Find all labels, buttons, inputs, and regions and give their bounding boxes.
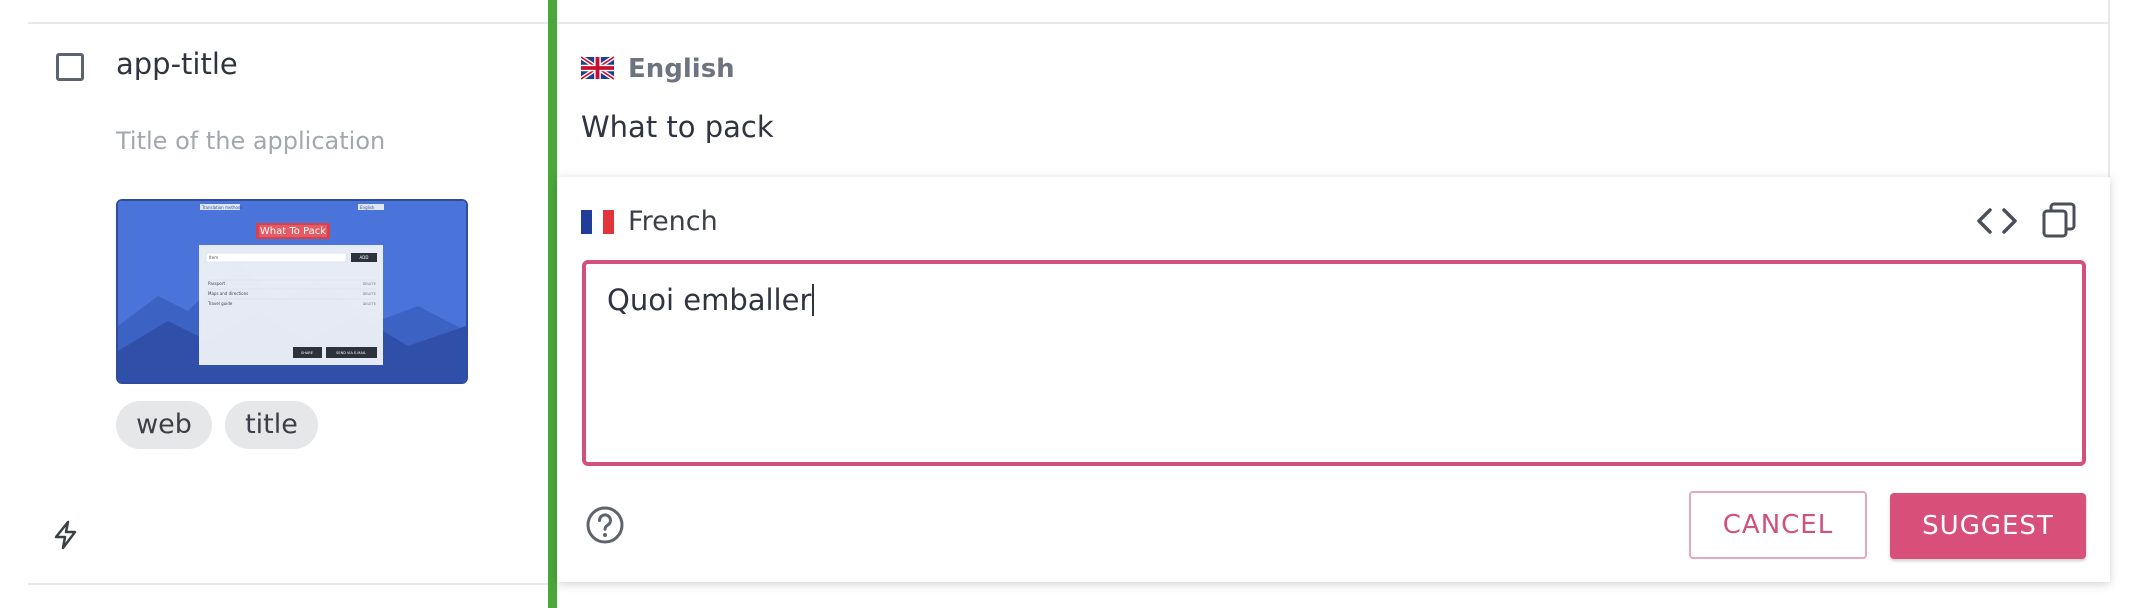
tag-title[interactable]: title — [225, 401, 318, 449]
translation-state-bar — [548, 0, 557, 608]
code-icon[interactable] — [1975, 203, 2019, 239]
lightning-bolt-icon[interactable] — [53, 520, 79, 550]
screenshot-header-left: Translation methods — [201, 205, 243, 210]
suggest-button[interactable]: SUGGEST — [1890, 493, 2086, 559]
base-language-label: English — [628, 54, 735, 84]
copy-icon[interactable] — [2040, 201, 2078, 239]
select-key-checkbox[interactable] — [56, 53, 84, 81]
key-name: app-title — [116, 47, 238, 81]
help-icon[interactable] — [585, 505, 625, 545]
translation-input-value[interactable]: Quoi emballer — [607, 283, 815, 317]
screenshot-add: ADD — [360, 255, 369, 260]
screenshot-list-item: Maps and directions — [208, 291, 248, 296]
editor-language-label: French — [628, 206, 718, 237]
tag-web[interactable]: web — [116, 401, 212, 449]
base-translation-text: What to pack — [581, 110, 774, 144]
screenshot-input: Item — [209, 255, 218, 260]
row-divider-bottom — [28, 583, 548, 585]
row-right-border — [2108, 0, 2110, 178]
screenshot-share: SHARE — [301, 351, 313, 355]
text-caret — [812, 284, 815, 316]
row-divider-top — [28, 22, 2110, 24]
screenshot-header-right: English — [360, 205, 375, 210]
key-screenshot-thumbnail[interactable]: Translation methods English What To Pack… — [116, 199, 468, 384]
screenshot-highlight-title: What To Pack — [260, 226, 326, 237]
screenshot-email: SEND VIA E-MAIL — [336, 351, 366, 355]
screenshot-list-action: DELETE — [363, 292, 376, 296]
screenshot-list-action: DELETE — [363, 302, 376, 306]
gb-flag-icon — [581, 56, 614, 80]
cancel-button[interactable]: CANCEL — [1689, 491, 1867, 559]
screenshot-list-item: Travel guide — [207, 301, 233, 306]
screenshot-list-action: DELETE — [363, 282, 376, 286]
key-description: Title of the application — [116, 127, 386, 155]
screenshot-image: Translation methods English What To Pack… — [118, 201, 466, 382]
screenshot-list-item: Passport — [208, 281, 225, 286]
fr-flag-icon — [581, 210, 614, 234]
